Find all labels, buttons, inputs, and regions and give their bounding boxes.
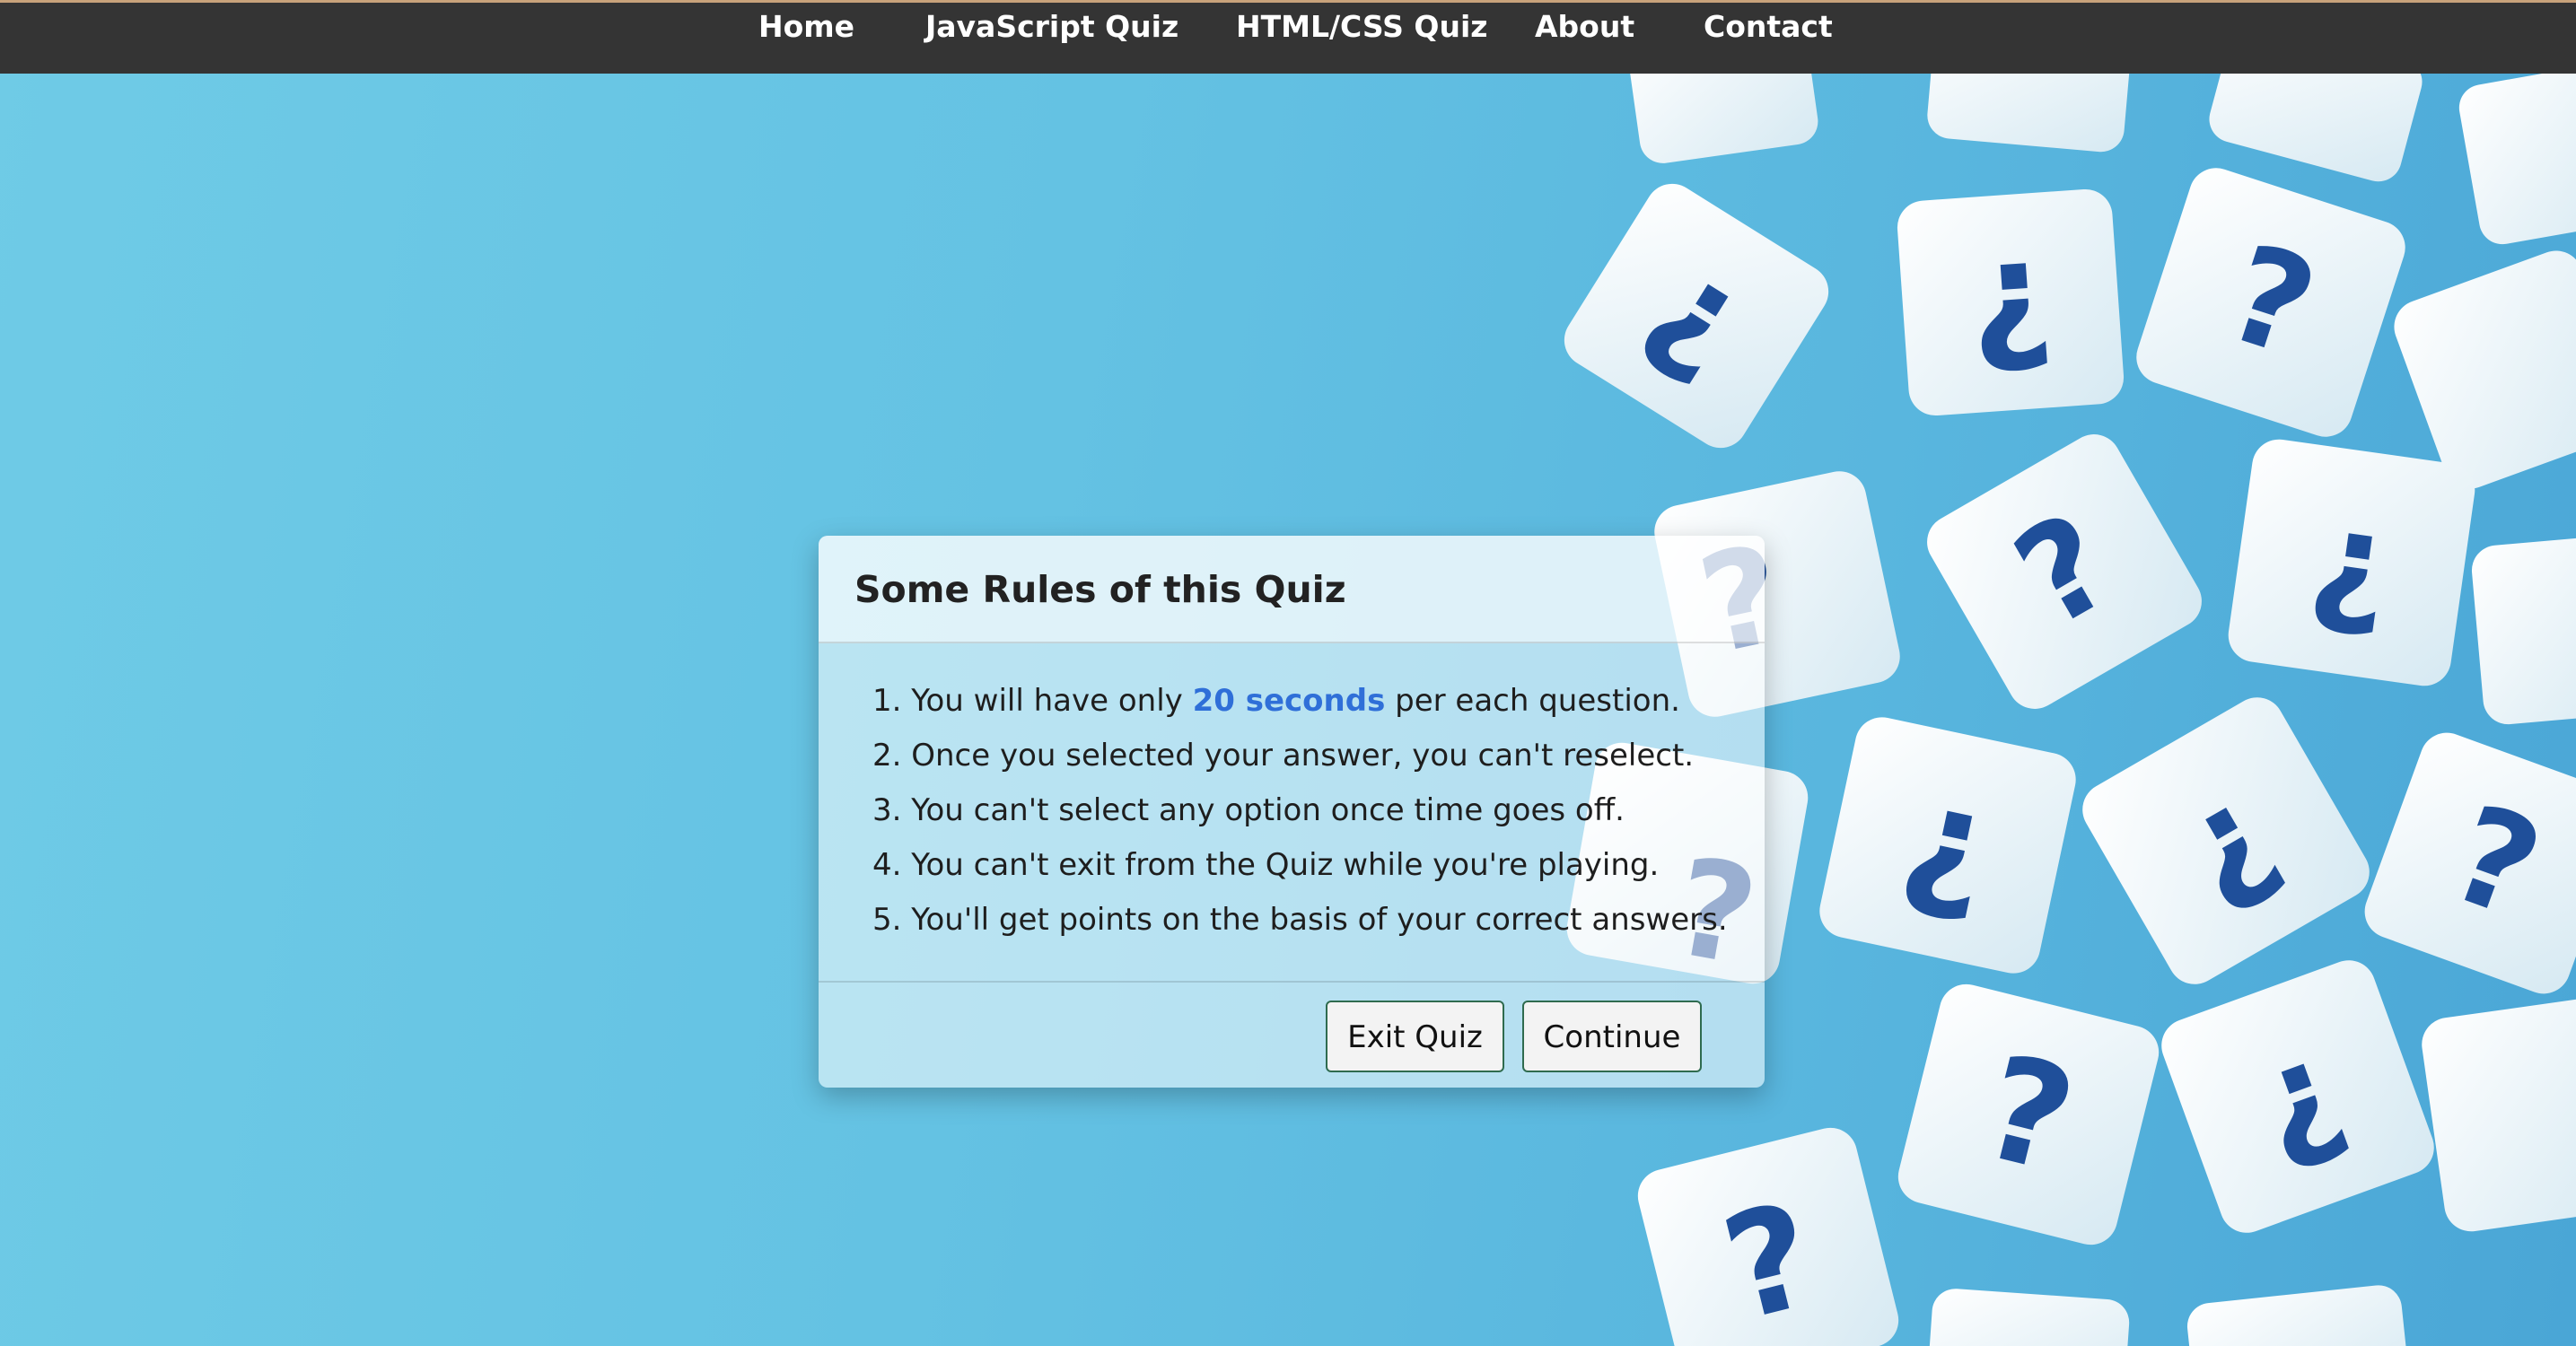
nav-contact-link[interactable]: Contact <box>1704 6 1833 48</box>
exit-quiz-button[interactable]: Exit Quiz <box>1326 1001 1504 1072</box>
rule-text-prefix: 1. You will have only <box>872 683 1193 719</box>
nav-javascript-quiz-link[interactable]: JavaScript Quiz <box>925 6 1178 48</box>
time-limit-highlight: 20 seconds <box>1192 683 1386 719</box>
nav-about-link[interactable]: About <box>1535 6 1634 48</box>
continue-button[interactable]: Continue <box>1522 1001 1702 1072</box>
nav-home-link[interactable]: Home <box>758 6 854 48</box>
rule-item: 2. Once you selected your answer, you ca… <box>872 738 1695 774</box>
modal-title: Some Rules of this Quiz <box>854 568 1346 611</box>
page: Home JavaScript Quiz HTML/CSS Quiz About… <box>0 0 2576 1346</box>
rule-item: 1. You will have only 20 seconds per eac… <box>872 674 1761 729</box>
rule-item: 5. You'll get points on the basis of you… <box>872 902 1728 938</box>
nav-html-css-quiz-link[interactable]: HTML/CSS Quiz <box>1236 6 1487 48</box>
rule-text-suffix: per each question. <box>1385 683 1680 719</box>
rule-item: 3. You can't select any option once time… <box>872 792 1625 828</box>
modal-footer: Exit Quiz Continue <box>819 981 1765 1088</box>
modal-header: Some Rules of this Quiz <box>819 536 1765 643</box>
top-navbar: Home JavaScript Quiz HTML/CSS Quiz About… <box>0 0 2576 74</box>
svg-text:¿: ¿ <box>1962 206 2057 380</box>
rules-list: 1. You will have only 20 seconds per eac… <box>872 674 1761 948</box>
quiz-rules-modal: Some Rules of this Quiz 1. You will have… <box>819 536 1765 1088</box>
rule-item: 4. You can't exit from the Quiz while yo… <box>872 847 1660 883</box>
